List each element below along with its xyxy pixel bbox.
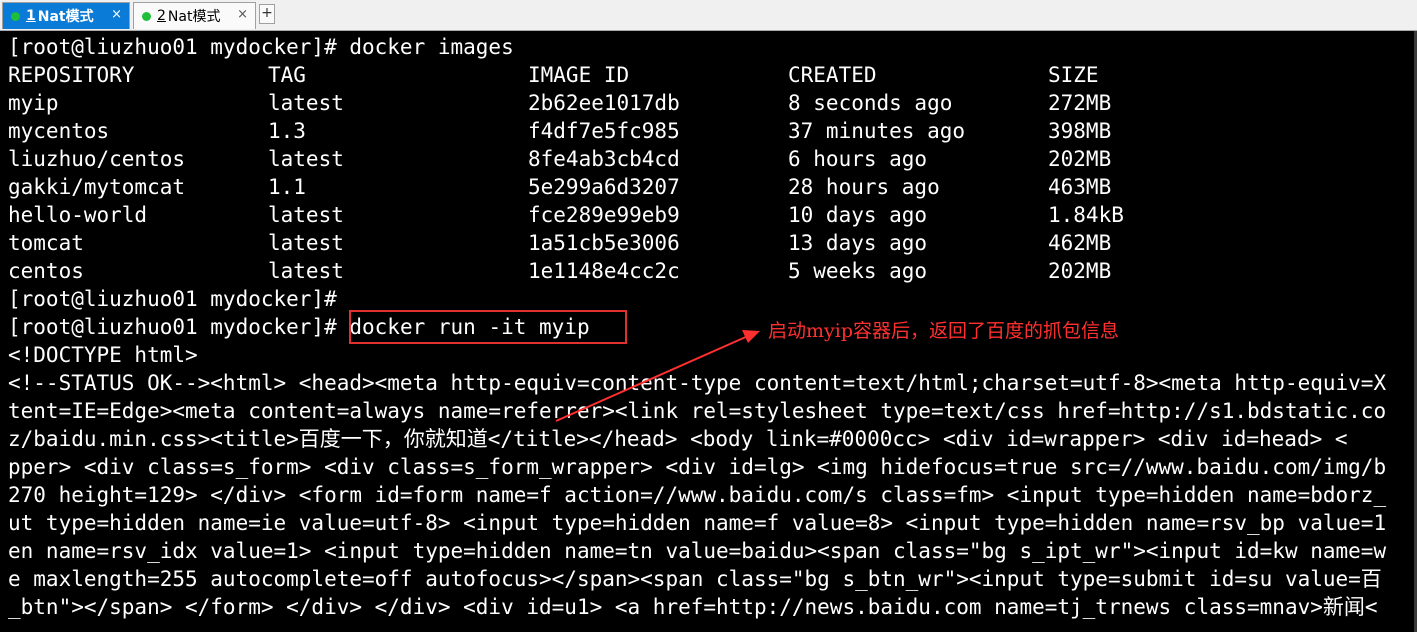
tab-session-1[interactable]: 1 Nat模式 ×: [2, 2, 130, 29]
highlight-box: [349, 310, 627, 344]
table-cell: 13 days ago: [788, 231, 928, 255]
output-line: _btn"></span> </form> </div> </div> <div…: [8, 595, 1378, 619]
table-row: hello-world latest fce289e99eb9 10 days ago…: [8, 201, 1417, 229]
table-cell: tomcat: [8, 231, 84, 255]
table-cell: hello-world: [8, 203, 148, 227]
table-cell: 6 hours ago: [788, 147, 928, 171]
command-output: <!DOCTYPE html> <!--STATUS OK--><html> <h…: [8, 341, 1417, 621]
table-cell: 202MB: [1048, 147, 1112, 171]
table-cell: 1.84kB: [1048, 203, 1124, 227]
table-cell: myip: [8, 91, 59, 115]
table-cell: 398MB: [1048, 119, 1112, 143]
table-row: centos latest 1e1148e4cc2c 5 weeks ago 202MB: [8, 257, 1417, 285]
table-cell: 5e299a6d3207: [528, 175, 680, 199]
image-table: myip latest 2b62ee1017db 8 seconds ago 272MB…: [8, 89, 1417, 285]
terminal-line: [root@liuzhuo01 mydocker]# docker images: [8, 35, 514, 59]
table-cell: centos: [8, 259, 84, 283]
column-header: SIZE: [1048, 63, 1099, 87]
close-icon[interactable]: ×: [111, 7, 122, 22]
terminal-output[interactable]: [root@liuzhuo01 mydocker]# docker images…: [8, 33, 1417, 632]
table-cell: 1e1148e4cc2c: [528, 259, 680, 283]
table-header-row: REPOSITORY TAG IMAGE ID CREATED SIZE: [8, 61, 1417, 89]
table-cell: 8 seconds ago: [788, 91, 953, 115]
connected-status-icon: [142, 11, 151, 21]
output-line: <!--STATUS OK--><html> <head><meta http-…: [8, 371, 1387, 395]
terminal-line: [root@liuzhuo01 mydocker]# docker run -i…: [8, 313, 1417, 341]
close-icon[interactable]: ×: [237, 7, 248, 22]
table-row: gakki/mytomcat 1.1 5e299a6d3207 28 hours ag…: [8, 173, 1417, 201]
table-row: myip latest 2b62ee1017db 8 seconds ago 272MB: [8, 89, 1417, 117]
output-line: en name=rsv_idx value=1> <input type=hid…: [8, 539, 1387, 563]
table-row: mycentos 1.3 f4df7e5fc985 37 minutes ago 398…: [8, 117, 1417, 145]
annotation-text: 启动myip容器后，返回了百度的抓包信息: [768, 320, 1119, 342]
output-line: e maxlength=255 autocomplete=off autofoc…: [8, 567, 1382, 591]
column-header: TAG: [268, 63, 306, 87]
output-line: 270 height=129> </div> <form id=form nam…: [8, 483, 1387, 507]
table-cell: 1a51cb5e3006: [528, 231, 680, 255]
table-cell: 37 minutes ago: [788, 119, 966, 143]
table-cell: 1.1: [268, 175, 306, 199]
shell-prompt: [root@liuzhuo01 mydocker]#: [8, 315, 337, 339]
tab-session-2[interactable]: 2 Nat模式 ×: [133, 2, 256, 29]
table-cell: 463MB: [1048, 175, 1112, 199]
table-row: liuzhuo/centos latest 8fe4ab3cb4cd 6 hours …: [8, 145, 1417, 173]
table-cell: 28 hours ago: [788, 175, 940, 199]
table-cell: 272MB: [1048, 91, 1112, 115]
column-header: CREATED: [788, 63, 877, 87]
output-line: <!DOCTYPE html>: [8, 343, 198, 367]
table-cell: 8fe4ab3cb4cd: [528, 147, 680, 171]
connected-status-icon: [11, 11, 20, 21]
output-line: z/baidu.min.css><title>百度一下，你就知道</title>…: [8, 427, 1348, 451]
table-cell: latest: [268, 259, 344, 283]
column-header: REPOSITORY: [8, 63, 135, 87]
table-cell: latest: [268, 203, 344, 227]
table-cell: 10 days ago: [788, 203, 928, 227]
tab-label: Nat模式: [167, 9, 221, 25]
output-line: pper> <div class=s_form> <div class=s_fo…: [8, 455, 1387, 479]
tab-bar: 1 Nat模式 × 2 Nat模式 × +: [0, 0, 1417, 31]
output-line: ut type=hidden name=ie value=utf-8> <inp…: [8, 511, 1387, 535]
table-cell: 5 weeks ago: [788, 259, 928, 283]
column-header: IMAGE ID: [528, 63, 630, 87]
table-cell: 2b62ee1017db: [528, 91, 680, 115]
table-row: tomcat latest 1a51cb5e3006 13 days ago 462MB: [8, 229, 1417, 257]
tab-number: 2: [157, 8, 166, 24]
new-tab-button[interactable]: +: [259, 4, 275, 24]
tab-label: Nat模式: [37, 9, 94, 25]
terminal-line: [root@liuzhuo01 mydocker]#: [8, 287, 337, 311]
table-cell: latest: [268, 147, 344, 171]
table-cell: f4df7e5fc985: [528, 119, 680, 143]
table-cell: mycentos: [8, 119, 110, 143]
table-cell: latest: [268, 91, 344, 115]
table-cell: liuzhuo/centos: [8, 147, 186, 171]
tab-number: 1: [26, 8, 36, 24]
table-cell: 1.3: [268, 119, 306, 143]
table-cell: 202MB: [1048, 259, 1112, 283]
table-cell: gakki/mytomcat: [8, 175, 186, 199]
table-cell: latest: [268, 231, 344, 255]
output-line: tent=IE=Edge><meta content=always name=r…: [8, 399, 1387, 423]
table-cell: fce289e99eb9: [528, 203, 680, 227]
table-cell: 462MB: [1048, 231, 1112, 255]
